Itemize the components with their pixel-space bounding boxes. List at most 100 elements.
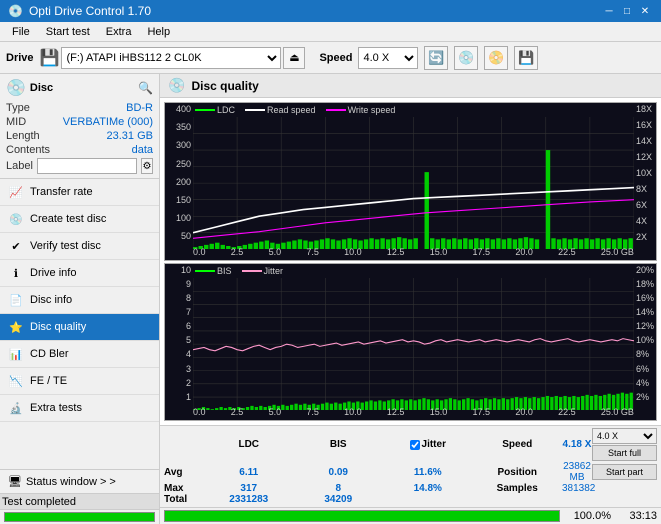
toolbar: Drive 💾 (F:) ATAPI iHBS112 2 CL0K ⏏ Spee… bbox=[0, 42, 661, 74]
avg-start-part: Start part bbox=[592, 464, 657, 480]
disc-panel-icon: 💿 bbox=[6, 78, 26, 98]
disc-type-label: Type bbox=[6, 102, 30, 114]
sidebar-item-create-test-disc-label: Create test disc bbox=[30, 213, 106, 225]
avg-jitter: 11.6% bbox=[383, 467, 473, 478]
sidebar-item-verify-test-disc-label: Verify test disc bbox=[30, 240, 101, 252]
close-button[interactable]: ✕ bbox=[637, 3, 653, 19]
disc-contents-label: Contents bbox=[6, 144, 50, 156]
legend-ldc: LDC bbox=[195, 105, 235, 115]
stats-header-row: LDC BIS Jitter Speed 4.18 X 4.0 X Star bbox=[164, 428, 657, 461]
drive-icon: 💾 bbox=[40, 48, 60, 68]
progress-outer bbox=[164, 510, 560, 522]
bis-chart-svg bbox=[193, 278, 634, 410]
sidebar-item-transfer-rate[interactable]: 📈 Transfer rate bbox=[0, 179, 159, 206]
transfer-rate-icon: 📈 bbox=[8, 184, 24, 200]
ldc-x-axis: 0.0 2.5 5.0 7.5 10.0 12.5 15.0 17.5 20.0… bbox=[193, 244, 634, 260]
disc-length-label: Length bbox=[6, 130, 40, 142]
sidebar-nav: 📈 Transfer rate 💿 Create test disc ✔ Ver… bbox=[0, 179, 159, 469]
create-test-disc-icon: 💿 bbox=[8, 211, 24, 227]
speed-select[interactable]: 4.0 X bbox=[358, 47, 418, 69]
stats-col-ldc: LDC bbox=[204, 439, 294, 450]
samples-val: 381382 bbox=[562, 483, 592, 494]
start-full-button[interactable]: Start full bbox=[592, 445, 657, 461]
app-icon: 💿 bbox=[8, 4, 23, 18]
drive-select[interactable]: (F:) ATAPI iHBS112 2 CL0K bbox=[61, 47, 281, 69]
disc-contents-value: data bbox=[132, 144, 153, 156]
legend-write-speed-label: Write speed bbox=[348, 105, 396, 115]
disc-label-input[interactable] bbox=[37, 158, 137, 174]
disc-label-label: Label bbox=[6, 160, 33, 172]
sidebar-item-extra-tests[interactable]: 🔬 Extra tests bbox=[0, 395, 159, 422]
position-label: Position bbox=[473, 467, 563, 478]
eject-button[interactable]: ⏏ bbox=[283, 47, 305, 69]
sidebar-item-disc-info[interactable]: 📄 Disc info bbox=[0, 287, 159, 314]
start-part-button[interactable]: Start part bbox=[592, 464, 657, 480]
charts-container: LDC Read speed Write speed 400 350 300 bbox=[160, 98, 661, 425]
extra-tests-icon: 🔬 bbox=[8, 400, 24, 416]
disc-quality-icon: ⭐ bbox=[8, 319, 24, 335]
status-window-button[interactable]: 🖥 Status window > > bbox=[0, 469, 159, 493]
titlebar-title: 💿 Opti Drive Control 1.70 bbox=[8, 4, 151, 18]
sidebar-item-verify-test-disc[interactable]: ✔ Verify test disc bbox=[0, 233, 159, 260]
disc-type-value: BD-R bbox=[126, 102, 153, 114]
minimize-button[interactable]: ─ bbox=[601, 3, 617, 19]
disc-length-row: Length 23.31 GB bbox=[6, 130, 153, 142]
menu-extra[interactable]: Extra bbox=[98, 24, 140, 40]
sidebar-item-drive-info[interactable]: ℹ Drive info bbox=[0, 260, 159, 287]
total-bis: 34209 bbox=[294, 494, 384, 505]
legend-read-speed-label: Read speed bbox=[267, 105, 316, 115]
menu-file[interactable]: File bbox=[4, 24, 38, 40]
speed-select-stats[interactable]: 4.0 X bbox=[592, 428, 657, 444]
bis-chart: BIS Jitter 10 9 8 7 6 5 4 3 bbox=[164, 263, 657, 422]
status-window-icon: 🖥 bbox=[8, 475, 22, 488]
stats-area: LDC BIS Jitter Speed 4.18 X 4.0 X Star bbox=[160, 425, 661, 507]
max-jitter: 14.8% bbox=[383, 483, 473, 494]
stats-total-row: Total 2331283 34209 bbox=[164, 494, 657, 505]
disc-detail-icon: 🔍 bbox=[138, 81, 153, 95]
save-button[interactable]: 💾 bbox=[514, 46, 538, 70]
speed-label: Speed bbox=[319, 52, 352, 64]
sidebar-progress: Test completed bbox=[0, 493, 159, 509]
sidebar-item-cd-bler[interactable]: 📊 CD Bler bbox=[0, 341, 159, 368]
sidebar-item-disc-quality[interactable]: ⭐ Disc quality bbox=[0, 314, 159, 341]
avg-ldc: 6.11 bbox=[204, 467, 294, 478]
jitter-checkbox[interactable] bbox=[410, 440, 420, 450]
main-container: 💿 Disc 🔍 Type BD-R MID VERBATIMe (000) L… bbox=[0, 74, 661, 524]
stats-col-jitter-check: Jitter bbox=[383, 439, 473, 450]
bis-chart-legend: BIS Jitter bbox=[195, 266, 283, 276]
ldc-chart-legend: LDC Read speed Write speed bbox=[195, 105, 395, 115]
sidebar-item-fe-te[interactable]: 📉 FE / TE bbox=[0, 368, 159, 395]
menu-help[interactable]: Help bbox=[139, 24, 178, 40]
disc-panel-title: Disc bbox=[30, 82, 53, 94]
sidebar-item-extra-tests-label: Extra tests bbox=[30, 402, 82, 414]
legend-read-speed: Read speed bbox=[245, 105, 316, 115]
progress-bar-row bbox=[0, 509, 159, 524]
maximize-button[interactable]: □ bbox=[619, 3, 635, 19]
total-ldc: 2331283 bbox=[204, 494, 294, 505]
disc-quality-header: 💿 Disc quality bbox=[160, 74, 661, 98]
ldc-chart: LDC Read speed Write speed 400 350 300 bbox=[164, 102, 657, 261]
total-label: Total bbox=[164, 494, 204, 505]
disc-label-button[interactable]: ⚙ bbox=[141, 158, 153, 174]
disc-write-button[interactable]: 📀 bbox=[484, 46, 508, 70]
disc-label-row: Label ⚙ bbox=[6, 158, 153, 174]
legend-jitter-label: Jitter bbox=[264, 266, 284, 276]
menu-starttest[interactable]: Start test bbox=[38, 24, 98, 40]
legend-bis: BIS bbox=[195, 266, 232, 276]
legend-bis-label: BIS bbox=[217, 266, 232, 276]
legend-ldc-label: LDC bbox=[217, 105, 235, 115]
sidebar-item-drive-info-label: Drive info bbox=[30, 267, 76, 279]
disc-mid-value: VERBATIMe (000) bbox=[63, 116, 153, 128]
disc-read-button[interactable]: 💿 bbox=[454, 46, 478, 70]
drive-label: Drive bbox=[6, 52, 34, 64]
disc-quality-header-icon: 💿 bbox=[168, 77, 185, 94]
disc-panel-header: 💿 Disc 🔍 bbox=[6, 78, 153, 98]
progress-bar-inner bbox=[5, 513, 154, 521]
disc-info-icon: 📄 bbox=[8, 292, 24, 308]
ldc-y-axis-right: 18X 16X 14X 12X 10X 8X 6X 4X 2X bbox=[634, 103, 656, 244]
titlebar: 💿 Opti Drive Control 1.70 ─ □ ✕ bbox=[0, 0, 661, 22]
sidebar-item-create-test-disc[interactable]: 💿 Create test disc bbox=[0, 206, 159, 233]
progress-inner bbox=[165, 511, 559, 521]
legend-write-speed: Write speed bbox=[326, 105, 396, 115]
refresh-button[interactable]: 🔄 bbox=[424, 46, 448, 70]
